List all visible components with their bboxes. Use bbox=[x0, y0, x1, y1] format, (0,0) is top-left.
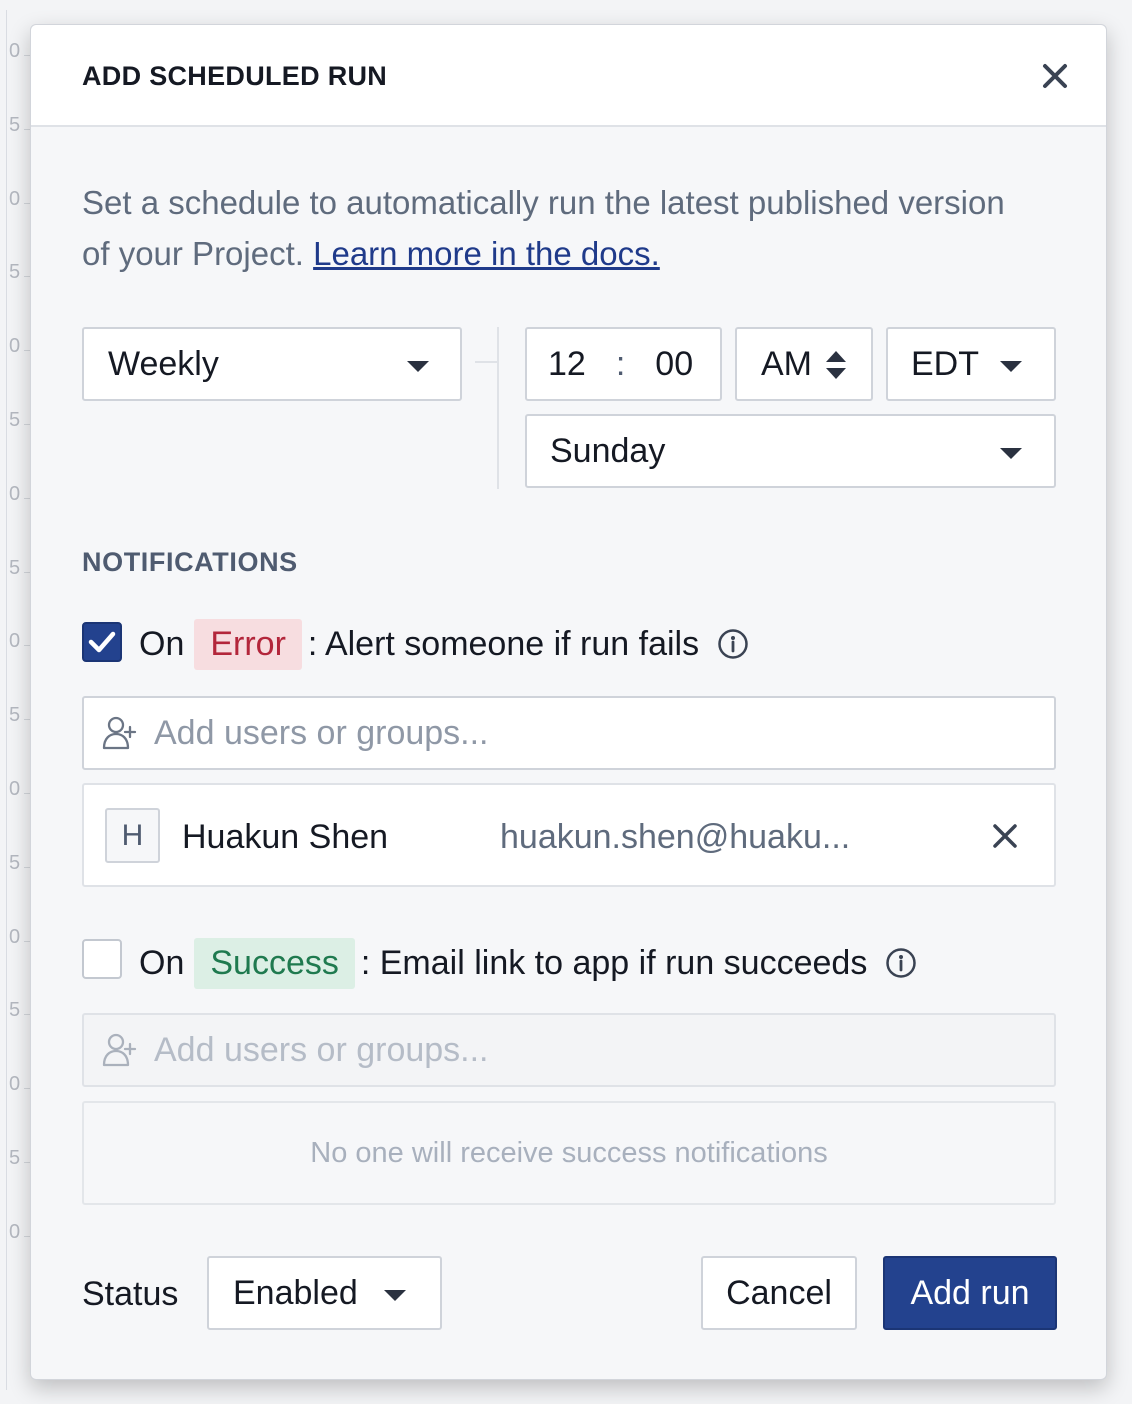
ampm-select[interactable]: AM bbox=[735, 327, 873, 401]
success-prefix: On bbox=[139, 943, 185, 982]
dialog-description: Set a schedule to automatically run the … bbox=[82, 177, 1012, 279]
timezone-value: EDT bbox=[911, 344, 979, 383]
info-icon[interactable] bbox=[717, 628, 749, 660]
success-description: : Email link to app if run succeeds bbox=[360, 943, 868, 982]
background-panel bbox=[6, 10, 30, 1390]
dialog-header: ADD SCHEDULED RUN bbox=[31, 25, 1106, 127]
add-scheduled-run-dialog: ADD SCHEDULED RUN Set a schedule to auto… bbox=[30, 24, 1107, 1380]
schedule-divider bbox=[497, 327, 499, 489]
time-input[interactable]: 12 : 00 bbox=[525, 327, 722, 401]
error-tag: Error bbox=[194, 618, 302, 670]
error-checkbox[interactable] bbox=[82, 622, 122, 662]
background-tick-label: 5 bbox=[9, 851, 21, 874]
avatar: H bbox=[105, 808, 160, 863]
close-icon bbox=[1043, 64, 1067, 88]
status-value: Enabled bbox=[233, 1273, 358, 1312]
success-recipients-placeholder: Add users or groups... bbox=[154, 1030, 489, 1069]
error-recipients-input[interactable]: Add users or groups... bbox=[82, 696, 1056, 770]
success-checkbox[interactable] bbox=[82, 939, 122, 979]
background-tick-label: 5 bbox=[9, 409, 21, 431]
status-select[interactable]: Enabled bbox=[207, 1256, 442, 1330]
recipient-row: H Huakun Shen huakun.shen@huaku... bbox=[82, 783, 1056, 887]
background-tick-label: 0 bbox=[9, 925, 21, 948]
background-tick-label: 0 bbox=[9, 1220, 21, 1243]
error-recipients-placeholder: Add users or groups... bbox=[154, 713, 489, 752]
info-icon[interactable] bbox=[885, 947, 917, 979]
success-notification-label: On Success : Email link to app if run su… bbox=[139, 936, 917, 990]
background-tick-label: 0 bbox=[9, 187, 21, 210]
background-tick-label: 0 bbox=[9, 1073, 21, 1096]
background-tick-label: 5 bbox=[9, 999, 21, 1022]
error-prefix: On bbox=[139, 624, 185, 663]
dialog-title: ADD SCHEDULED RUN bbox=[82, 61, 388, 91]
remove-recipient-button[interactable] bbox=[990, 821, 1020, 851]
success-recipients-input[interactable]: Add users or groups... bbox=[82, 1013, 1056, 1087]
background-tick-label: 5 bbox=[9, 556, 21, 579]
background-tick-label: 0 bbox=[9, 482, 21, 505]
background-tick-label: 5 bbox=[9, 113, 21, 136]
schedule-connector bbox=[475, 361, 499, 363]
success-tag: Success bbox=[194, 937, 355, 989]
background-tick-label: 0 bbox=[9, 335, 21, 358]
frequency-select[interactable]: Weekly bbox=[82, 327, 462, 401]
status-label: Status bbox=[82, 1275, 179, 1313]
minute-input[interactable]: 00 bbox=[655, 345, 693, 384]
background-tick-label: 5 bbox=[9, 261, 21, 284]
add-user-icon bbox=[102, 1033, 137, 1067]
chevron-down-icon bbox=[1000, 361, 1022, 372]
recipient-name: Huakun Shen bbox=[182, 818, 389, 856]
chevron-down-icon bbox=[384, 1290, 406, 1301]
day-select[interactable]: Sunday bbox=[525, 414, 1056, 488]
cancel-button[interactable]: Cancel bbox=[701, 1256, 857, 1330]
hour-input[interactable]: 12 bbox=[548, 345, 586, 384]
success-empty-state: No one will receive success notification… bbox=[82, 1101, 1056, 1205]
checkmark-icon bbox=[88, 631, 116, 653]
frequency-value: Weekly bbox=[108, 344, 219, 383]
close-icon bbox=[993, 824, 1017, 848]
background-tick-label: 0 bbox=[9, 630, 21, 653]
chevron-down-icon bbox=[407, 361, 429, 372]
time-separator: : bbox=[615, 344, 626, 383]
background-tick-label: 5 bbox=[9, 1147, 21, 1169]
error-notification-label: On Error : Alert someone if run fails bbox=[139, 617, 749, 671]
docs-link[interactable]: Learn more in the docs. bbox=[313, 235, 660, 272]
ampm-value: AM bbox=[761, 344, 812, 383]
background-tick-label: 5 bbox=[9, 704, 21, 727]
background-tick-label: 0 bbox=[9, 778, 21, 800]
timezone-select[interactable]: EDT bbox=[886, 327, 1056, 401]
day-value: Sunday bbox=[550, 431, 666, 470]
background-tick-label: 0 bbox=[9, 40, 21, 62]
close-button[interactable] bbox=[1038, 59, 1072, 93]
recipient-email: huakun.shen@huaku... bbox=[500, 818, 851, 856]
notifications-title: NOTIFICATIONS bbox=[82, 547, 298, 577]
sort-icon bbox=[826, 351, 846, 379]
add-run-button[interactable]: Add run bbox=[883, 1256, 1057, 1330]
chevron-down-icon bbox=[1000, 448, 1022, 459]
add-user-icon bbox=[102, 716, 137, 750]
error-description: : Alert someone if run fails bbox=[307, 624, 700, 663]
